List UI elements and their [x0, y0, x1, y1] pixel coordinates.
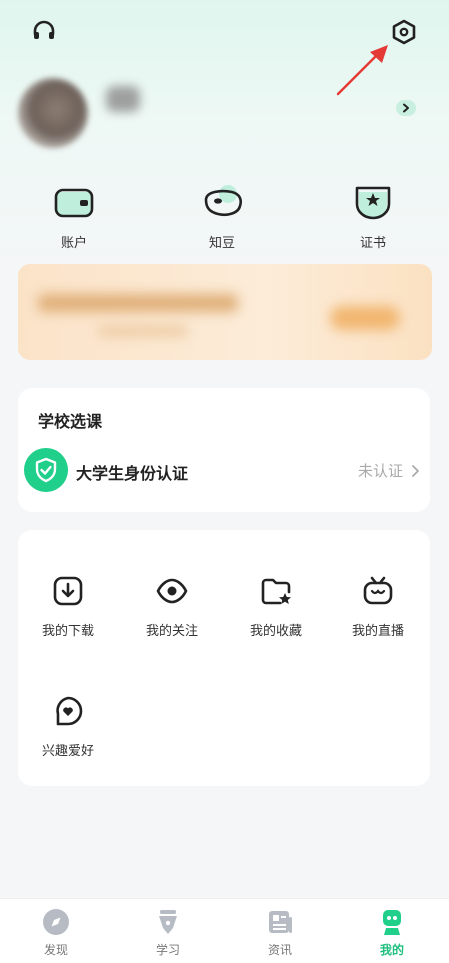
profile-header[interactable]	[18, 78, 438, 158]
quick-action-account[interactable]: 账户	[39, 182, 109, 251]
verification-status: 未认证	[358, 460, 420, 481]
tab-label: 学习	[155, 943, 180, 957]
download-icon	[53, 576, 83, 606]
favorites-icon	[261, 578, 291, 605]
chevron-right-icon	[412, 464, 419, 477]
pen-icon	[159, 910, 177, 934]
avatar[interactable]	[18, 78, 88, 148]
compass-icon	[43, 909, 69, 935]
my-follows-item[interactable]: 我的关注	[122, 574, 222, 639]
mine-icon	[383, 910, 401, 935]
interests-item[interactable]: 兴趣爱好	[18, 694, 118, 759]
tab-study[interactable]: 学习	[138, 907, 198, 958]
heart-bubble-icon	[56, 696, 83, 726]
my-downloads-item[interactable]: 我的下载	[18, 574, 118, 639]
my-item-label: 兴趣爱好	[41, 744, 94, 759]
section-title: 学校选课	[38, 412, 103, 431]
headset-icon	[33, 20, 55, 39]
tab-discover[interactable]: 发现	[26, 907, 86, 958]
my-item-label: 我的直播	[351, 624, 404, 639]
my-items-card: 我的下载 我的关注 我的收藏 我的直播 兴趣爱好	[18, 530, 430, 786]
quick-action-label: 证书	[359, 236, 386, 251]
settings-hexagon-icon	[392, 19, 416, 45]
quick-action-label: 账户	[60, 236, 87, 251]
tab-mine[interactable]: 我的	[362, 907, 422, 958]
quick-action-label: 知豆	[208, 236, 235, 251]
quick-action-zhidou[interactable]: 知豆	[187, 182, 257, 251]
nickname-blurred	[106, 86, 140, 112]
certificate-icon	[355, 186, 391, 220]
tab-label: 资讯	[267, 943, 292, 957]
verification-status-text: 未认证	[357, 462, 403, 480]
my-item-label: 我的关注	[145, 624, 198, 639]
quick-action-certificate[interactable]: 证书	[338, 182, 408, 251]
my-live-item[interactable]: 我的直播	[328, 574, 428, 639]
tv-icon	[363, 576, 393, 605]
quick-actions: 账户 知豆 证书	[0, 182, 449, 252]
promo-banner[interactable]	[18, 264, 432, 360]
profile-detail-button[interactable]	[396, 100, 416, 116]
shield-check-icon	[24, 448, 68, 492]
eye-icon	[156, 578, 188, 604]
my-item-label: 我的下载	[41, 624, 94, 639]
school-course-card: 学校选课 大学生身份认证 未认证	[18, 388, 430, 512]
verification-label: 大学生身份认证	[76, 464, 189, 483]
my-favorites-item[interactable]: 我的收藏	[226, 574, 326, 639]
tab-label: 我的	[379, 943, 404, 957]
wallet-icon	[54, 188, 94, 218]
news-icon	[269, 911, 292, 933]
customer-service-button[interactable]	[28, 16, 60, 48]
my-item-label: 我的收藏	[249, 624, 302, 639]
chevron-right-icon	[403, 103, 409, 113]
bottom-tab-bar: 发现 学习 资讯 我的	[0, 898, 449, 963]
tab-news[interactable]: 资讯	[250, 907, 310, 958]
tab-label: 发现	[43, 943, 68, 957]
student-verification-row[interactable]: 大学生身份认证 未认证	[24, 448, 424, 492]
bean-icon	[204, 185, 243, 217]
